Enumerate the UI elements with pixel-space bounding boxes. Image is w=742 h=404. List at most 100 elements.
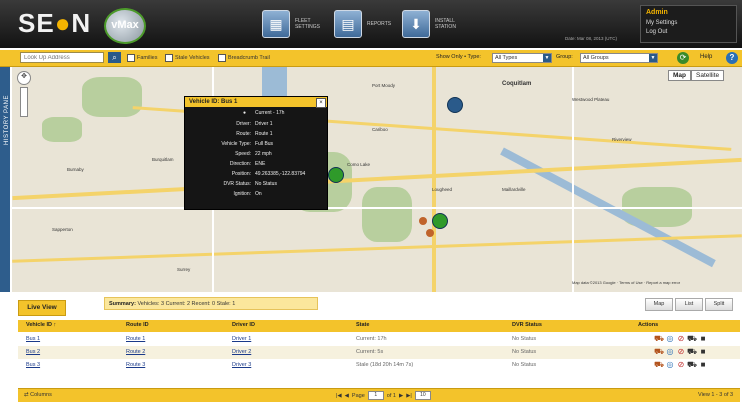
- place-label: Burnaby: [67, 167, 84, 172]
- filter-stale-vehicles[interactable]: Stale Vehicles: [165, 54, 210, 62]
- route-link[interactable]: Route 3: [126, 362, 145, 368]
- checkbox[interactable]: [218, 54, 226, 62]
- popup-key: Direction:: [229, 161, 251, 167]
- table-row[interactable]: Bus 3 Route 3 Driver 3 Stale (18d 20h 14…: [18, 359, 740, 372]
- next-page-icon[interactable]: ▶: [399, 393, 403, 399]
- user-name[interactable]: Admin: [646, 9, 668, 16]
- vehicle-marker[interactable]: [447, 97, 463, 113]
- prev-page-icon[interactable]: ◀: [345, 393, 349, 399]
- nav-label: INSTALL STATION: [435, 18, 456, 30]
- split-view-button[interactable]: Split: [705, 298, 733, 311]
- col-dvr-status[interactable]: DVR Status: [512, 322, 542, 328]
- popup-value: Current - 17h: [255, 110, 285, 116]
- history-pane-tab[interactable]: HISTORY PANE: [0, 67, 10, 292]
- row-actions: ⛟ ◎ ⊘ ⛟ ■: [654, 347, 708, 357]
- popup-value: No Status: [255, 181, 277, 187]
- truck-icon[interactable]: ⛟: [687, 334, 697, 344]
- nav-fleet-settings[interactable]: ▦ FLEET SETTINGS: [262, 10, 325, 38]
- table-row[interactable]: Bus 2 Route 2 Driver 2 Current: 5s No St…: [18, 346, 740, 359]
- popup-row: Direction: ENE: [185, 161, 327, 170]
- satellite-button[interactable]: Satellite: [691, 70, 725, 81]
- checkbox[interactable]: [127, 54, 135, 62]
- filter-families[interactable]: Families: [127, 54, 157, 62]
- columns-link[interactable]: ⇄ Columns: [24, 392, 52, 398]
- location-marker[interactable]: [426, 229, 434, 237]
- col-state[interactable]: State: [356, 322, 369, 328]
- vehicle-link[interactable]: Bus 2: [26, 349, 40, 355]
- locate-icon[interactable]: ◎: [665, 360, 675, 370]
- nav-reports[interactable]: ▤ REPORTS: [334, 10, 397, 38]
- tab-live-view[interactable]: Live View: [18, 300, 66, 316]
- per-page-select[interactable]: 10: [414, 391, 431, 400]
- type-select[interactable]: All Types ▼: [492, 53, 552, 63]
- nav-install-station[interactable]: ⬇ INSTALL STATION: [402, 10, 465, 38]
- popup-row: Driver: Driver 1: [185, 121, 327, 130]
- popup-value: Route 1: [255, 131, 273, 137]
- popup-value: ENE: [255, 161, 266, 167]
- vehicle-marker[interactable]: [328, 167, 344, 183]
- list-view-button[interactable]: List: [675, 298, 703, 311]
- popup-row: Ignition: On: [185, 191, 327, 200]
- group-select[interactable]: All Groups ▼: [580, 53, 658, 63]
- search-button[interactable]: ⌕: [108, 52, 121, 63]
- map-view[interactable]: Coquitlam Burnaby Port Moody Sapperton C…: [12, 67, 742, 292]
- popup-row: Route: Route 1: [185, 131, 327, 140]
- vehicle-link[interactable]: Bus 3: [26, 362, 40, 368]
- page-control: |◀ ◀ Page 1 of 1 ▶ ▶| 10: [336, 391, 431, 400]
- vehicle-link[interactable]: Bus 1: [26, 336, 40, 342]
- place-label: Coquitlam: [502, 81, 532, 87]
- popup-row: Vehicle Type: Full Bus: [185, 141, 327, 150]
- help-icon[interactable]: ?: [726, 52, 738, 64]
- checkbox[interactable]: [165, 54, 173, 62]
- last-page-icon[interactable]: ▶|: [406, 393, 412, 399]
- pagination-bar: ⇄ Columns |◀ ◀ Page 1 of 1 ▶ ▶| 10 View …: [18, 388, 740, 402]
- locate-icon[interactable]: ◎: [665, 334, 675, 344]
- history-icon[interactable]: ⛟: [654, 334, 664, 344]
- col-vehicle-id[interactable]: Vehicle ID ↑: [26, 322, 56, 328]
- close-icon[interactable]: ×: [316, 98, 326, 108]
- col-driver-id[interactable]: Driver ID: [232, 322, 255, 328]
- popup-value: Full Bus: [255, 141, 274, 147]
- help-label[interactable]: Help: [700, 54, 712, 60]
- alert-icon[interactable]: ⊘: [676, 360, 686, 370]
- truck-icon[interactable]: ⛟: [687, 360, 697, 370]
- first-page-icon[interactable]: |◀: [336, 393, 342, 399]
- bus-icon[interactable]: ■: [698, 347, 708, 357]
- bus-icon[interactable]: ■: [698, 334, 708, 344]
- popup-key: Position:: [231, 171, 251, 177]
- vehicle-marker[interactable]: [432, 213, 448, 229]
- truck-icon[interactable]: ⛟: [687, 347, 697, 357]
- filter-label: Families: [137, 55, 158, 61]
- address-search-input[interactable]: [20, 52, 104, 63]
- vmax-logo: vMax: [104, 8, 146, 44]
- refresh-icon[interactable]: ⟳: [677, 52, 689, 64]
- zoom-slider[interactable]: [20, 87, 28, 117]
- table-row[interactable]: Bus 1 Route 1 Driver 1 Current: 17h No S…: [18, 333, 740, 346]
- route-link[interactable]: Route 2: [126, 349, 145, 355]
- alert-icon[interactable]: ⊘: [676, 347, 686, 357]
- chevron-down-icon: ▼: [543, 54, 551, 62]
- map-view-button[interactable]: Map: [645, 298, 673, 311]
- vehicle-info-popup: Vehicle ID: Bus 1 × ● Current - 17h Driv…: [184, 96, 328, 210]
- bus-icon[interactable]: ■: [698, 360, 708, 370]
- route-link[interactable]: Route 1: [126, 336, 145, 342]
- location-marker[interactable]: [419, 217, 427, 225]
- driver-link[interactable]: Driver 2: [232, 349, 251, 355]
- search-icon: ⌕: [112, 53, 117, 62]
- popup-row: Speed: 22 mph: [185, 151, 327, 160]
- map-button[interactable]: Map: [668, 70, 691, 81]
- summary-label: Summary:: [109, 301, 136, 307]
- history-icon[interactable]: ⛟: [654, 347, 664, 357]
- col-route-id[interactable]: Route ID: [126, 322, 149, 328]
- filter-breadcrumb-trail[interactable]: Breadcrumb Trail: [218, 54, 270, 62]
- history-icon[interactable]: ⛟: [654, 360, 664, 370]
- alert-icon[interactable]: ⊘: [676, 334, 686, 344]
- driver-link[interactable]: Driver 3: [232, 362, 251, 368]
- my-settings-link[interactable]: My Settings: [646, 20, 677, 26]
- page-input[interactable]: 1: [367, 391, 384, 400]
- pan-icon[interactable]: ✥: [17, 71, 31, 85]
- logout-link[interactable]: Log Out: [646, 29, 667, 35]
- driver-link[interactable]: Driver 1: [232, 336, 251, 342]
- locate-icon[interactable]: ◎: [665, 347, 675, 357]
- toolbar: ⌕ Families Stale Vehicles Breadcrumb Tra…: [0, 50, 742, 67]
